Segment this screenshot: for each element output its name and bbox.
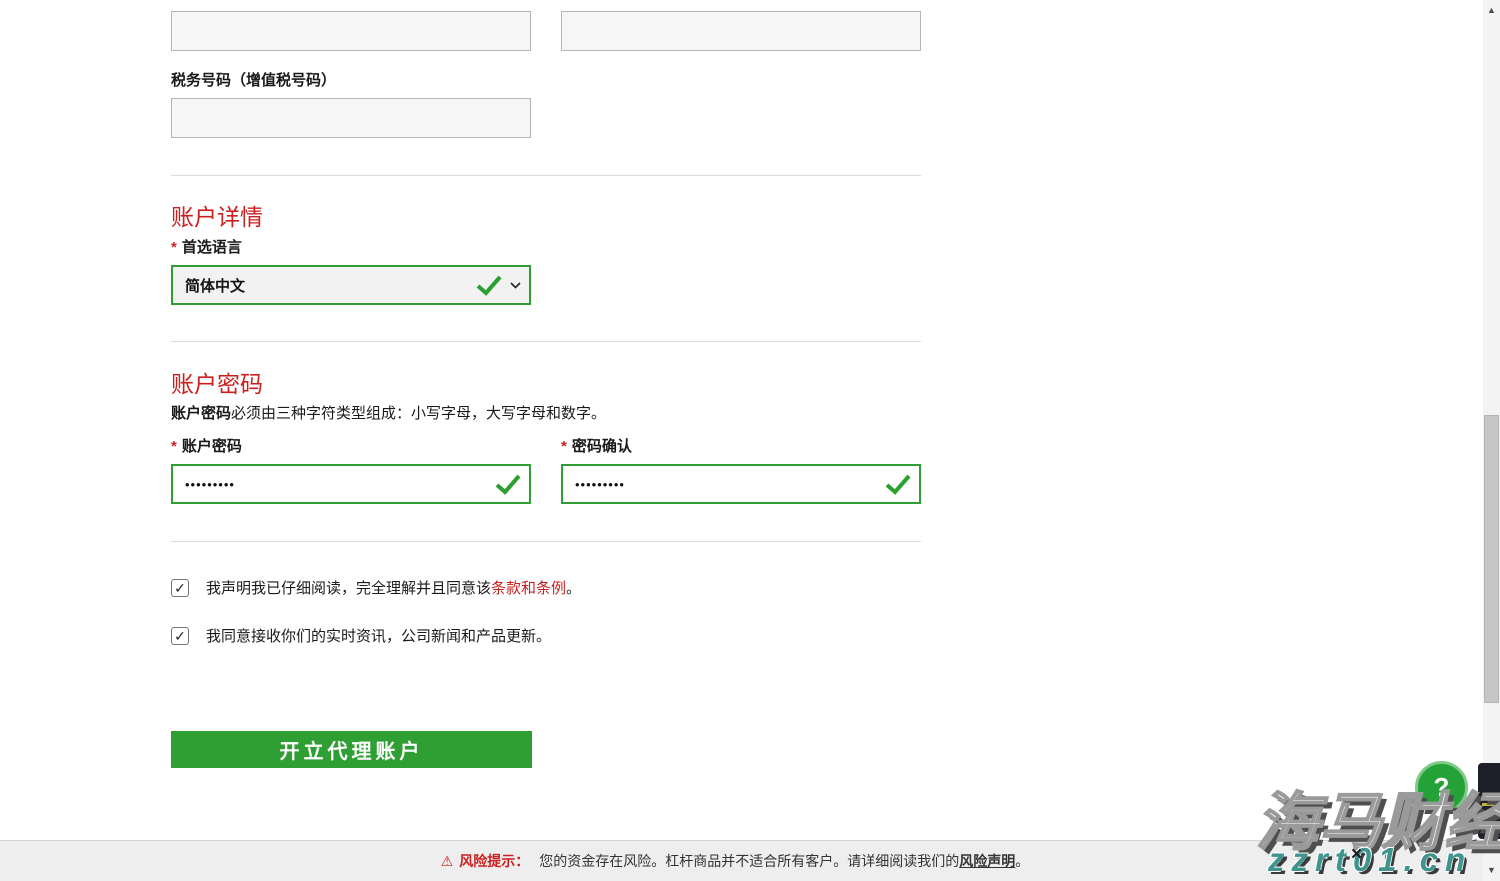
required-asterisk: * (171, 438, 177, 455)
open-agent-account-button[interactable]: 开立代理账户 (171, 731, 532, 768)
scroll-down-icon[interactable]: ▼ (1483, 862, 1500, 878)
close-icon[interactable]: × (1351, 845, 1362, 864)
valid-check-icon (476, 274, 502, 296)
scrollbar-thumb[interactable] (1484, 415, 1499, 703)
tax-number-label: 税务号码（增值税号码） (171, 69, 336, 90)
section-divider (171, 341, 921, 342)
language-select[interactable]: 简体中文 (171, 265, 531, 305)
preferred-language-label: *首选语言 (171, 236, 242, 257)
valid-check-icon (885, 473, 911, 495)
section-divider (171, 541, 921, 542)
password-confirm-label: *密码确认 (561, 435, 632, 456)
terms-checkbox-label: 我声明我已仔细阅读，完全理解并且同意该条款和条例。 (206, 577, 581, 598)
news-checkbox-label: 我同意接收你们的实时资讯，公司新闻和产品更新。 (206, 625, 551, 646)
terms-checkbox-row: ✓ 我声明我已仔细阅读，完全理解并且同意该条款和条例。 (171, 577, 581, 598)
section-divider (171, 175, 921, 176)
vertical-scrollbar[interactable]: ▲ ▼ (1483, 0, 1500, 881)
top-left-field[interactable] (171, 11, 531, 51)
top-right-field[interactable] (561, 11, 921, 51)
news-checkbox[interactable]: ✓ (171, 627, 189, 645)
password-field-wrap (171, 464, 531, 504)
side-panel-tab[interactable] (1478, 763, 1500, 839)
password-label: *账户密码 (171, 435, 242, 456)
password-confirm-field[interactable] (575, 477, 885, 492)
news-checkbox-row: ✓ 我同意接收你们的实时资讯，公司新闻和产品更新。 (171, 625, 551, 646)
password-field[interactable] (185, 477, 495, 492)
risk-warning-text: ⚠ 风险提示： 您的资金存在风险。杠杆商品并不适合所有客户。请详细阅读我们的 风… (441, 851, 1060, 871)
question-mark-icon: ? (1434, 772, 1450, 803)
password-hint: 账户密码必须由三种字符类型组成：小写字母，大写字母和数字。 (171, 402, 606, 423)
warning-triangle-icon: ⚠ (441, 853, 454, 870)
account-password-heading: 账户密码 (171, 365, 263, 399)
required-asterisk: * (171, 239, 177, 256)
terms-checkbox[interactable]: ✓ (171, 579, 189, 597)
chevron-down-icon (510, 282, 521, 289)
valid-check-icon (495, 473, 521, 495)
risk-statement-link[interactable]: 风险声明 (959, 851, 1015, 871)
account-details-heading: 账户详情 (171, 198, 263, 232)
help-chat-button[interactable]: ? (1415, 761, 1468, 814)
password-confirm-field-wrap (561, 464, 921, 504)
required-asterisk: * (561, 438, 567, 455)
language-select-value: 简体中文 (185, 275, 476, 296)
tax-number-field[interactable] (171, 98, 531, 138)
registration-form-page: 税务号码（增值税号码） 账户详情 *首选语言 简体中文 账户密码 账户密码必须由… (0, 0, 1500, 881)
scroll-up-icon[interactable]: ▲ (1483, 2, 1500, 18)
terms-link[interactable]: 条款和条例 (491, 580, 566, 597)
risk-warning-bar: ⚠ 风险提示： 您的资金存在风险。杠杆商品并不适合所有客户。请详细阅读我们的 风… (0, 840, 1500, 881)
